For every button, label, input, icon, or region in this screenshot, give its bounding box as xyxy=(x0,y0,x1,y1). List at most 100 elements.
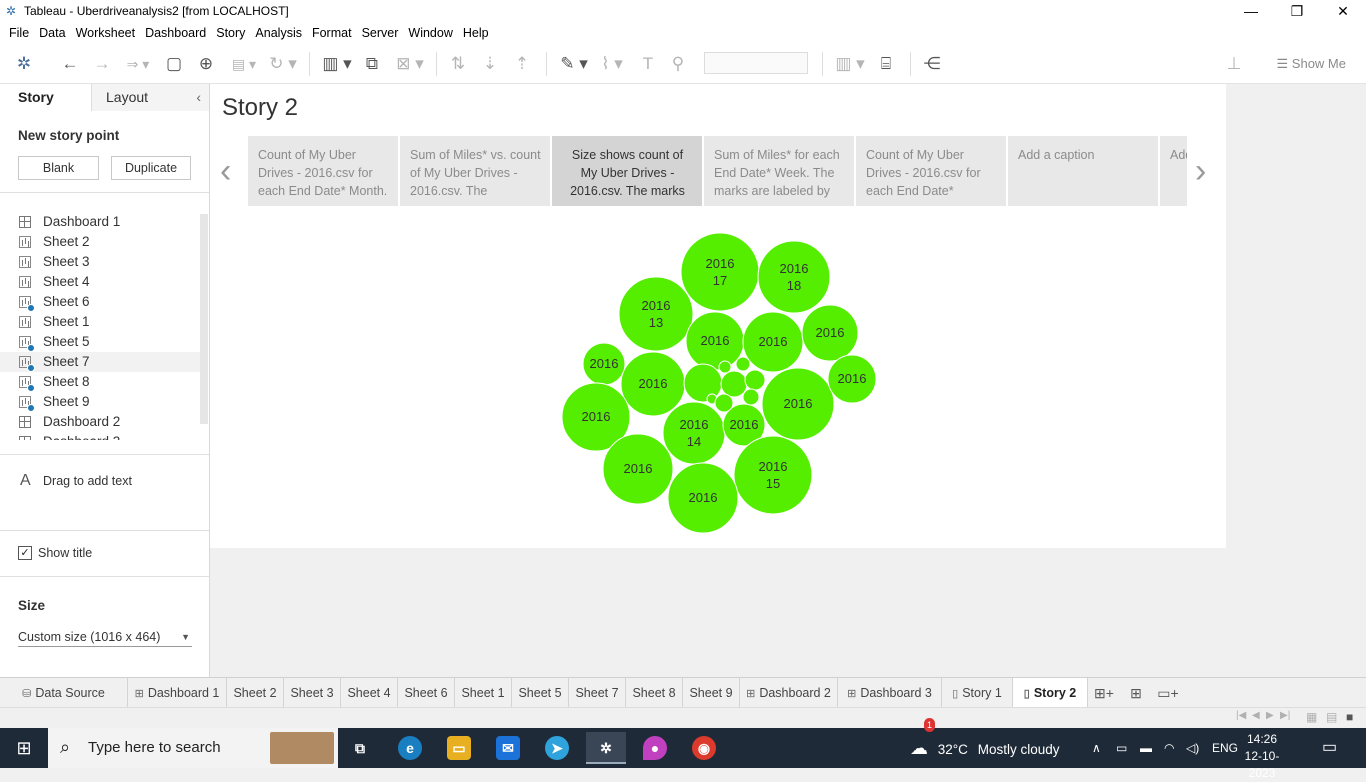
bubble-mark[interactable]: 2016 18 xyxy=(757,240,831,314)
bubble-mark[interactable]: 2016 xyxy=(685,311,745,371)
fit-dropdown[interactable] xyxy=(704,52,808,74)
menu-server[interactable]: Server xyxy=(357,22,404,44)
undo-icon[interactable]: ← xyxy=(58,52,82,76)
meet-now-icon[interactable]: ▭ xyxy=(1116,728,1127,768)
size-dropdown[interactable]: Custom size (1016 x 464) ▼ xyxy=(18,627,192,647)
bubble-mark[interactable]: 2016 14 xyxy=(662,401,726,465)
sheet-sorter-icon[interactable]: ▦ xyxy=(1306,710,1317,724)
story-point[interactable]: Add a caption xyxy=(1160,136,1187,206)
sheet-list-item[interactable]: Sheet 1 xyxy=(0,312,209,332)
bubble-mark[interactable]: 2016 13 xyxy=(618,276,694,352)
story-point[interactable]: Size shows count of My Uber Drives - 201… xyxy=(552,136,702,206)
new-worksheet-tab-icon[interactable]: ⊞+ xyxy=(1088,678,1120,708)
bubble-mark[interactable] xyxy=(744,369,766,391)
refresh-icon[interactable]: ↻ ▾ xyxy=(264,52,302,76)
bubble-mark[interactable]: 2016 xyxy=(827,354,877,404)
battery-icon[interactable]: ▬ xyxy=(1140,728,1152,768)
tableau-logo-icon[interactable]: ✲ xyxy=(12,52,36,76)
menu-dashboard[interactable]: Dashboard xyxy=(140,22,211,44)
bubble-mark[interactable]: 2016 xyxy=(582,342,626,386)
sheet-list-item[interactable]: Sheet 5 xyxy=(0,332,209,352)
bubble-mark[interactable]: 2016 xyxy=(801,304,859,362)
sheet-tab[interactable]: Sheet 8 xyxy=(626,678,683,708)
story-point[interactable]: Count of My Uber Drives - 2016.csv for e… xyxy=(856,136,1006,206)
sheet-list-item[interactable]: Dashboard 2 xyxy=(0,412,209,432)
bubble-mark[interactable]: 2016 xyxy=(602,433,674,505)
menu-story[interactable]: Story xyxy=(211,22,250,44)
close-button[interactable]: ✕ xyxy=(1320,0,1366,22)
menu-analysis[interactable]: Analysis xyxy=(250,22,307,44)
blank-button[interactable]: Blank xyxy=(18,156,99,180)
share-icon[interactable]: ⋲ xyxy=(920,52,944,76)
bubble-mark[interactable]: 2016 17 xyxy=(680,232,760,312)
tab-story[interactable]: Story xyxy=(0,84,92,111)
group-icon[interactable]: ⌇ ▾ xyxy=(594,52,630,76)
sheet-list-item[interactable]: Dashboard 1 xyxy=(0,212,209,232)
sheet-tab[interactable]: Sheet 1 xyxy=(455,678,512,708)
sheet-tab[interactable]: ⊞ Dashboard 2 xyxy=(740,678,838,708)
edge-icon[interactable]: e xyxy=(390,732,430,764)
sheet-list-item[interactable]: Sheet 4 xyxy=(0,272,209,292)
sheet-tab[interactable]: ⊞ Dashboard 3 xyxy=(838,678,942,708)
show-hidden-icons[interactable]: ∧ xyxy=(1092,728,1101,768)
sheet-tab[interactable]: ▯ Story 1 xyxy=(942,678,1013,708)
menu-window[interactable]: Window xyxy=(403,22,457,44)
save-icon[interactable]: ▢ xyxy=(162,52,186,76)
sheet-list-item[interactable]: Sheet 6 xyxy=(0,292,209,312)
replay-icon[interactable]: ⇒ ▾ xyxy=(120,52,156,76)
sheet-tab[interactable]: Sheet 9 xyxy=(683,678,740,708)
duplicate-icon[interactable]: ⧉ xyxy=(360,52,384,76)
sheet-list-item[interactable]: Sheet 7 xyxy=(0,352,200,372)
bubble-mark[interactable] xyxy=(742,388,760,406)
pin-toolbar-icon[interactable]: ⊥ xyxy=(1222,52,1246,76)
story-point[interactable]: Sum of Miles* vs. count of My Uber Drive… xyxy=(400,136,550,206)
sheet-list-item[interactable]: Sheet 9 xyxy=(0,392,209,412)
menu-help[interactable]: Help xyxy=(458,22,494,44)
new-story-tab-icon[interactable]: ▭+ xyxy=(1152,678,1184,708)
sheet-list-item[interactable]: Sheet 8 xyxy=(0,372,209,392)
clear-icon[interactable]: ⊠ ▾ xyxy=(392,52,428,76)
show-me-button[interactable]: ☰ Show Me xyxy=(1277,52,1346,76)
sheet-list-item[interactable]: Dashboard 3 xyxy=(0,432,209,440)
mail-icon[interactable]: ✉ xyxy=(488,732,528,764)
new-worksheet-icon[interactable]: ▥ ▾ xyxy=(318,52,356,76)
sheet-tab[interactable]: Sheet 3 xyxy=(284,678,341,708)
bubble-mark[interactable] xyxy=(714,393,734,413)
chrome-icon[interactable]: ◉ xyxy=(684,732,724,764)
sheet-list-scrollbar[interactable] xyxy=(200,214,208,424)
sheet-list-item[interactable]: Sheet 3 xyxy=(0,252,209,272)
new-dashboard-tab-icon[interactable]: ⊞ xyxy=(1120,678,1152,708)
show-cards-icon[interactable]: ▥ ▾ xyxy=(832,52,868,76)
taskbar-search[interactable]: ⌕ Type here to search xyxy=(48,728,338,768)
weather-widget[interactable]: ☁ 1 32°C Mostly cloudy xyxy=(910,718,1059,768)
bubble-mark[interactable]: 2016 xyxy=(742,311,804,373)
story-point[interactable]: Sum of Miles* for each End Date* Week. T… xyxy=(704,136,854,206)
next-sheet-icon[interactable]: ▶ xyxy=(1266,710,1274,721)
menu-worksheet[interactable]: Worksheet xyxy=(71,22,141,44)
sheet-tab[interactable]: ⊞ Dashboard 1 xyxy=(128,678,227,708)
new-datasource-icon[interactable]: ⊕ xyxy=(194,52,218,76)
sheet-tab[interactable]: Sheet 4 xyxy=(341,678,398,708)
restore-button[interactable]: ❐ xyxy=(1274,0,1320,22)
volume-icon[interactable]: ◁) xyxy=(1186,728,1199,768)
swap-icon[interactable]: ⇅ xyxy=(446,52,470,76)
menu-file[interactable]: File xyxy=(4,22,34,44)
tableau-taskbar-icon[interactable]: ✲ xyxy=(586,732,626,764)
prev-story-point-icon[interactable]: ‹ xyxy=(220,154,231,188)
sort-asc-icon[interactable]: ⇣ xyxy=(478,52,502,76)
bubble-mark[interactable]: 2016 xyxy=(761,367,835,441)
sheet-tab[interactable]: Sheet 7 xyxy=(569,678,626,708)
bubble-mark[interactable]: 2016 xyxy=(667,462,739,534)
redo-icon[interactable]: → xyxy=(90,52,114,76)
story-title[interactable]: Story 2 xyxy=(222,94,298,122)
prev-sheet-icon[interactable]: ◀ xyxy=(1252,710,1260,721)
notifications-icon[interactable]: ▭ xyxy=(1322,728,1337,768)
tabs-view-icon[interactable]: ■ xyxy=(1346,710,1353,724)
last-sheet-icon[interactable]: ▶| xyxy=(1280,710,1290,721)
taskbar-clock[interactable]: 14:26 12-10-2023 xyxy=(1232,731,1292,782)
first-sheet-icon[interactable]: |◀ xyxy=(1236,710,1246,721)
minimize-button[interactable]: — xyxy=(1228,0,1274,22)
label-icon[interactable]: T xyxy=(636,52,660,76)
collapse-pane-icon[interactable]: ‹ xyxy=(196,84,201,111)
sort-desc-icon[interactable]: ⇡ xyxy=(510,52,534,76)
